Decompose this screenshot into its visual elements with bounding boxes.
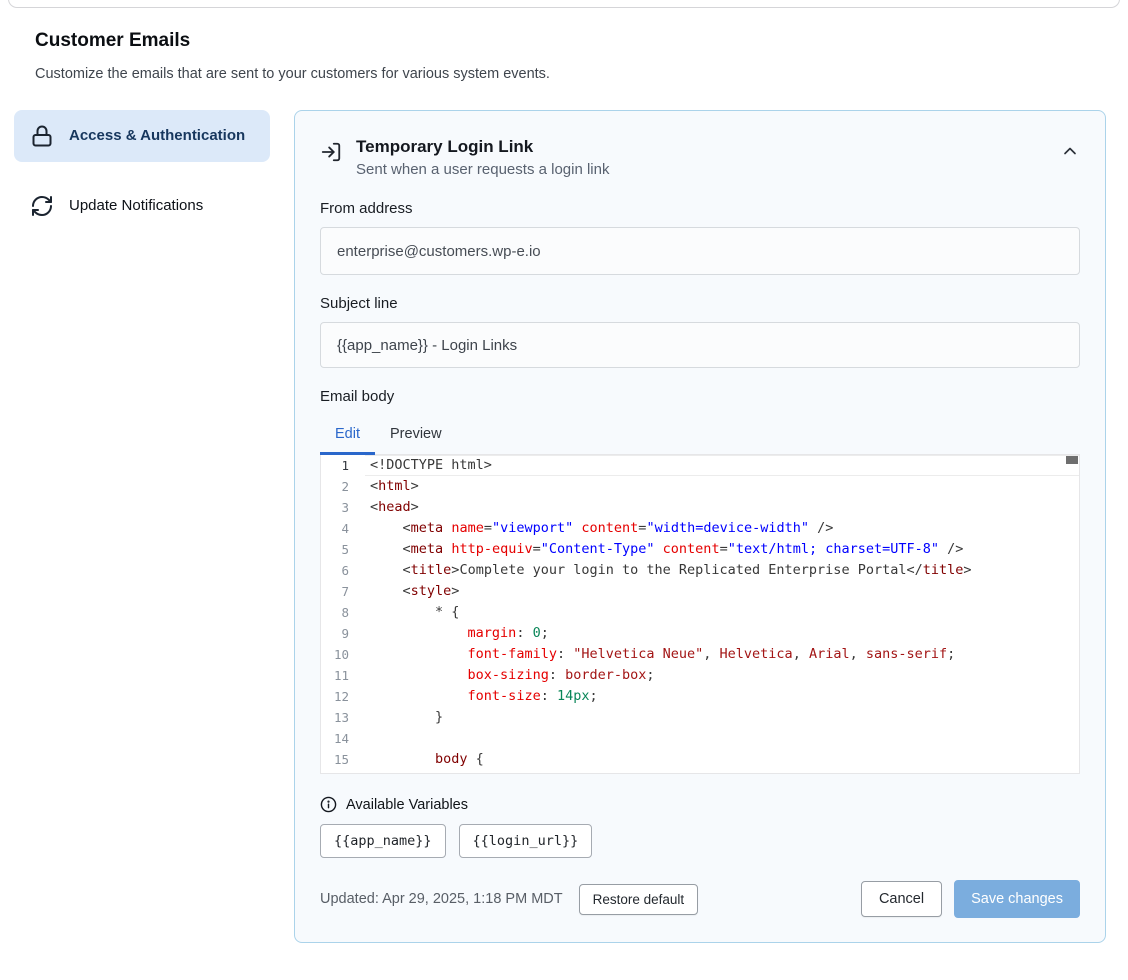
line-number: 11 xyxy=(321,665,365,686)
code-line-content: <style> xyxy=(365,581,1079,602)
tab-preview[interactable]: Preview xyxy=(375,415,457,455)
panel-header-text: Temporary Login Link Sent when a user re… xyxy=(356,137,609,178)
code-editor[interactable]: 1<!DOCTYPE html>2<html>3<head>4 <meta na… xyxy=(320,454,1080,774)
code-line[interactable]: 8 * { xyxy=(321,602,1079,623)
code-line[interactable]: 7 <style> xyxy=(321,581,1079,602)
panel-subtitle: Sent when a user requests a login link xyxy=(356,161,609,178)
line-number: 10 xyxy=(321,644,365,665)
line-number: 3 xyxy=(321,497,365,518)
code-line-content xyxy=(365,728,1079,749)
line-number: 7 xyxy=(321,581,365,602)
code-line[interactable]: 2<html> xyxy=(321,476,1079,497)
code-line[interactable]: 12 font-size: 14px; xyxy=(321,686,1079,707)
code-line-content: margin: 0; xyxy=(365,623,1079,644)
variable-chip[interactable]: {{app_name}} xyxy=(320,824,446,858)
sidebar-item-update-notifications[interactable]: Update Notifications xyxy=(14,180,270,232)
line-number: 5 xyxy=(321,539,365,560)
chevron-up-icon[interactable] xyxy=(1060,141,1080,161)
subject-line-label: Subject line xyxy=(320,295,1080,312)
available-variables-row: Available Variables xyxy=(320,796,1080,813)
code-line-content: box-sizing: border-box; xyxy=(365,665,1079,686)
code-line[interactable]: 11 box-sizing: border-box; xyxy=(321,665,1079,686)
code-line-content: body { xyxy=(365,749,1079,770)
log-in-icon xyxy=(320,141,342,163)
code-line[interactable]: 16 background-color: #f9f9f9; xyxy=(321,770,1079,774)
code-line-content: <html> xyxy=(365,476,1079,497)
code-line[interactable]: 1<!DOCTYPE html> xyxy=(321,455,1079,476)
customer-emails-page: Customer Emails Customize the emails tha… xyxy=(0,0,1128,980)
code-line-content: <title>Complete your login to the Replic… xyxy=(365,560,1079,581)
line-number: 1 xyxy=(321,455,365,476)
save-changes-button[interactable]: Save changes xyxy=(954,880,1080,918)
line-number: 2 xyxy=(321,476,365,497)
code-line[interactable]: 3<head> xyxy=(321,497,1079,518)
line-number: 9 xyxy=(321,623,365,644)
code-line[interactable]: 14 xyxy=(321,728,1079,749)
line-number: 4 xyxy=(321,518,365,539)
sidebar-item-label: Access & Authentication xyxy=(69,124,245,147)
sidebar: Access & Authentication Update Notificati… xyxy=(14,110,270,232)
code-line-content: background-color: #f9f9f9; xyxy=(365,770,1079,774)
code-line-content: font-family: "Helvetica Neue", Helvetica… xyxy=(365,644,1079,665)
tab-edit[interactable]: Edit xyxy=(320,415,375,455)
sync-icon xyxy=(30,194,54,218)
lock-icon xyxy=(30,124,54,148)
line-number: 6 xyxy=(321,560,365,581)
line-number: 13 xyxy=(321,707,365,728)
code-line-content: } xyxy=(365,707,1079,728)
code-line[interactable]: 13 } xyxy=(321,707,1079,728)
panel-header[interactable]: Temporary Login Link Sent when a user re… xyxy=(320,137,1080,178)
code-line[interactable]: 9 margin: 0; xyxy=(321,623,1079,644)
line-number: 8 xyxy=(321,602,365,623)
editor-scrollbar[interactable] xyxy=(1065,455,1079,773)
sidebar-item-label: Update Notifications xyxy=(69,194,203,217)
email-body-tabs: EditPreview xyxy=(320,415,1080,455)
code-line-content: <meta name="viewport" content="width=dev… xyxy=(365,518,1079,539)
email-body-label: Email body xyxy=(320,388,1080,405)
restore-default-button[interactable]: Restore default xyxy=(579,884,699,915)
code-line-content: <head> xyxy=(365,497,1079,518)
code-line[interactable]: 15 body { xyxy=(321,749,1079,770)
page-title: Customer Emails xyxy=(35,30,190,52)
subject-line-input[interactable] xyxy=(320,322,1080,368)
line-number: 16 xyxy=(321,770,365,774)
available-variables-label: Available Variables xyxy=(346,797,468,813)
code-line[interactable]: 5 <meta http-equiv="Content-Type" conten… xyxy=(321,539,1079,560)
variable-chip[interactable]: {{login_url}} xyxy=(459,824,593,858)
code-line[interactable]: 4 <meta name="viewport" content="width=d… xyxy=(321,518,1079,539)
top-container-edge xyxy=(8,0,1120,8)
info-icon xyxy=(320,796,337,813)
code-line[interactable]: 6 <title>Complete your login to the Repl… xyxy=(321,560,1079,581)
editor-scrollbar-thumb[interactable] xyxy=(1066,456,1078,464)
from-address-input[interactable] xyxy=(320,227,1080,275)
code-line-content: <meta http-equiv="Content-Type" content=… xyxy=(365,539,1079,560)
code-lines: 1<!DOCTYPE html>2<html>3<head>4 <meta na… xyxy=(321,455,1079,774)
cancel-button[interactable]: Cancel xyxy=(861,881,942,917)
sidebar-item-access-authentication[interactable]: Access & Authentication xyxy=(14,110,270,162)
code-line[interactable]: 10 font-family: "Helvetica Neue", Helvet… xyxy=(321,644,1079,665)
email-template-panel: Temporary Login Link Sent when a user re… xyxy=(294,110,1106,943)
line-number: 14 xyxy=(321,728,365,749)
code-line-content: * { xyxy=(365,602,1079,623)
line-number: 12 xyxy=(321,686,365,707)
panel-footer: Updated: Apr 29, 2025, 1:18 PM MDT Resto… xyxy=(320,880,1080,918)
updated-timestamp: Updated: Apr 29, 2025, 1:18 PM MDT xyxy=(320,891,563,907)
page-subtitle: Customize the emails that are sent to yo… xyxy=(35,66,550,82)
code-line-content: <!DOCTYPE html> xyxy=(365,455,1079,476)
line-number: 15 xyxy=(321,749,365,770)
code-line-content: font-size: 14px; xyxy=(365,686,1079,707)
from-address-label: From address xyxy=(320,200,1080,217)
variable-chips: {{app_name}} {{login_url}} xyxy=(320,824,1080,858)
panel-title: Temporary Login Link xyxy=(356,137,609,157)
